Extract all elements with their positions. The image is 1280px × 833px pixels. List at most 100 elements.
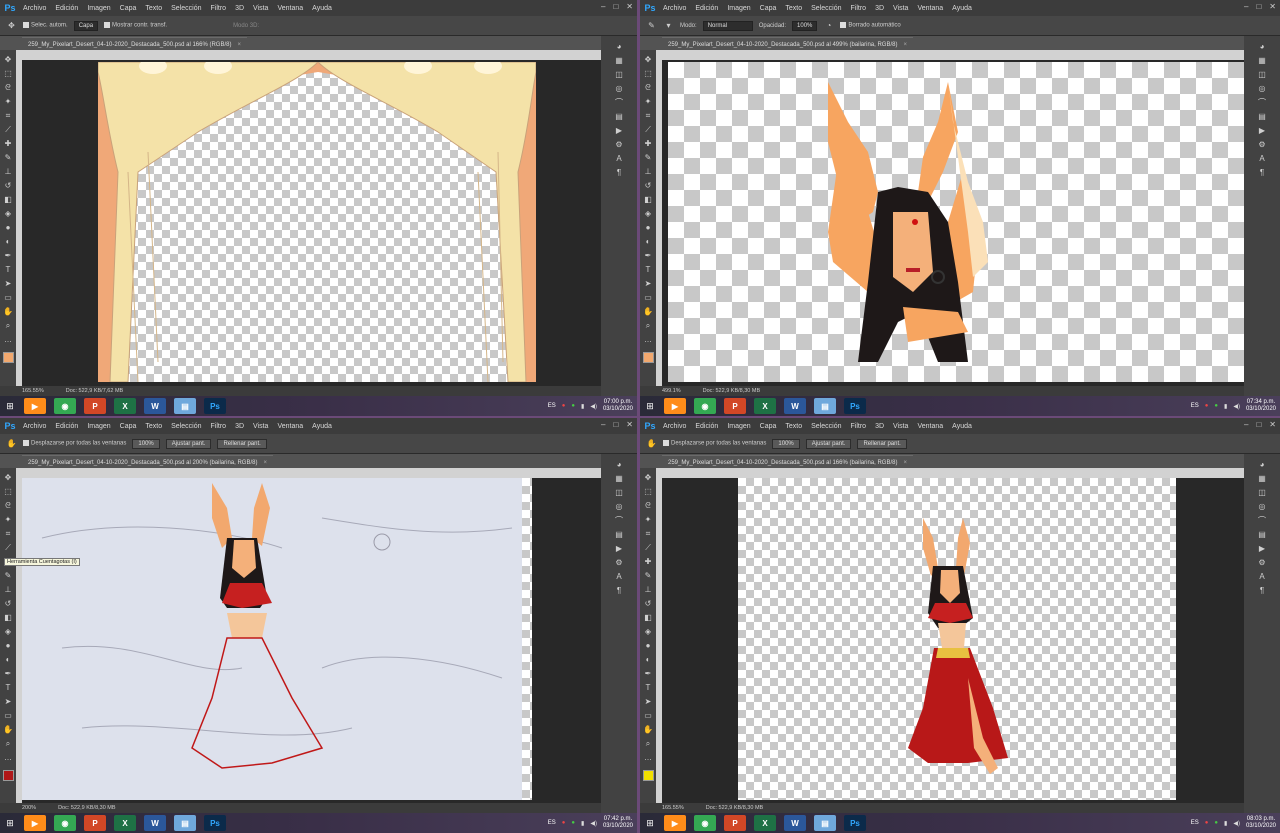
close-icon[interactable]: ✕ <box>626 2 633 11</box>
menu-ventana[interactable]: Ventana <box>917 5 943 12</box>
magic-wand-icon[interactable]: ✦ <box>3 514 14 525</box>
menu-edicion[interactable]: Edición <box>695 5 718 12</box>
paragraph-panel-icon[interactable]: ¶ <box>1257 168 1267 178</box>
marquee-tool-icon[interactable]: ⬚ <box>643 68 654 79</box>
menu-filtro[interactable]: Filtro <box>851 423 867 430</box>
menu-vista[interactable]: Vista <box>893 5 908 12</box>
menu-imagen[interactable]: Imagen <box>727 5 750 12</box>
paragraph-panel-icon[interactable]: ¶ <box>614 168 624 178</box>
language-indicator[interactable]: ES <box>548 820 556 826</box>
pen-tool-icon[interactable]: ✒ <box>643 668 654 679</box>
menu-texto[interactable]: Texto <box>785 5 802 12</box>
brush-tool-icon[interactable]: ✎ <box>643 152 654 163</box>
photoshop-icon[interactable]: Ps <box>844 815 866 831</box>
brush-preset-icon[interactable]: ▾ <box>663 20 674 31</box>
lasso-tool-icon[interactable]: ᘓ <box>643 500 654 511</box>
menu-ventana[interactable]: Ventana <box>277 5 303 12</box>
document-tab[interactable]: 259_My_Pixelart_Desert_04-10-2020_Destac… <box>22 455 273 469</box>
document-canvas[interactable] <box>738 478 1176 800</box>
color-panel-icon[interactable]: ◕ <box>1257 460 1267 470</box>
blur-tool-icon[interactable]: ● <box>3 640 14 651</box>
channels-panel-icon[interactable]: ◎ <box>614 84 624 94</box>
close-icon[interactable]: ✕ <box>626 420 633 429</box>
eraser-tool-icon[interactable]: ◧ <box>3 194 14 205</box>
history-panel-icon[interactable]: ▤ <box>1257 112 1267 122</box>
hand-tool-icon[interactable]: ✋ <box>643 724 654 735</box>
menu-seleccion[interactable]: Selección <box>811 423 841 430</box>
healing-brush-icon[interactable]: ✚ <box>643 138 654 149</box>
history-panel-icon[interactable]: ▤ <box>614 530 624 540</box>
move-tool-icon[interactable]: ✥ <box>3 54 14 65</box>
shape-tool-icon[interactable]: ▭ <box>643 710 654 721</box>
menu-texto[interactable]: Texto <box>785 423 802 430</box>
actions-panel-icon[interactable]: ▶ <box>1257 126 1267 136</box>
word-icon[interactable]: W <box>784 815 806 831</box>
character-panel-icon[interactable]: A <box>614 572 624 582</box>
document-canvas[interactable] <box>668 62 1244 382</box>
hand-tool-icon[interactable]: ✋ <box>3 306 14 317</box>
menu-ayuda[interactable]: Ayuda <box>312 5 332 12</box>
pen-tool-icon[interactable]: ✒ <box>3 668 14 679</box>
properties-panel-icon[interactable]: ⚙ <box>1257 558 1267 568</box>
canvas-area[interactable] <box>662 478 1244 803</box>
path-select-icon[interactable]: ➤ <box>3 696 14 707</box>
minimize-icon[interactable]: – <box>1244 2 1248 11</box>
auto-erase-checkbox[interactable]: Borrado automático <box>840 22 901 29</box>
menu-archivo[interactable]: Archivo <box>663 423 686 430</box>
eraser-tool-icon[interactable]: ◧ <box>643 194 654 205</box>
stamp-tool-icon[interactable]: ⊥ <box>643 584 654 595</box>
notepad-icon[interactable]: ▤ <box>814 815 836 831</box>
menu-ayuda[interactable]: Ayuda <box>312 423 332 430</box>
magic-wand-icon[interactable]: ✦ <box>643 514 654 525</box>
hand-tool-icon[interactable]: ✋ <box>643 306 654 317</box>
maximize-icon[interactable]: □ <box>613 2 618 11</box>
clock[interactable]: 07:42 p.m. 03/10/2020 <box>603 816 633 830</box>
foreground-color-swatch[interactable] <box>2 770 14 781</box>
powerpoint-icon[interactable]: P <box>84 398 106 414</box>
zoom-level[interactable]: 165.55% <box>662 805 684 811</box>
menu-filtro[interactable]: Filtro <box>211 423 227 430</box>
eraser-tool-icon[interactable]: ◧ <box>3 612 14 623</box>
pencil-tool-icon[interactable]: ✎ <box>646 20 657 31</box>
more-tools-icon[interactable]: … <box>3 334 14 345</box>
history-brush-icon[interactable]: ↺ <box>643 598 654 609</box>
layers-panel-icon[interactable]: ◫ <box>614 488 624 498</box>
swatches-panel-icon[interactable]: ▦ <box>614 56 624 66</box>
powerpoint-icon[interactable]: P <box>724 815 746 831</box>
foreground-color-swatch[interactable] <box>642 352 654 363</box>
swatches-panel-icon[interactable]: ▦ <box>1257 56 1267 66</box>
more-tools-icon[interactable]: … <box>3 752 14 763</box>
tray-icons[interactable]: ● <box>562 403 566 409</box>
move-tool-icon[interactable]: ✥ <box>643 472 654 483</box>
close-icon[interactable]: ✕ <box>1269 2 1276 11</box>
menu-archivo[interactable]: Archivo <box>663 5 686 12</box>
properties-panel-icon[interactable]: ⚙ <box>614 558 624 568</box>
lasso-tool-icon[interactable]: ᘓ <box>3 82 14 93</box>
auto-select-checkbox[interactable]: Selec. autom. <box>23 22 68 29</box>
paint-bucket-icon[interactable]: ◈ <box>643 626 654 637</box>
character-panel-icon[interactable]: A <box>1257 154 1267 164</box>
clock[interactable]: 07:34 p.m. 03/10/2020 <box>1246 399 1276 413</box>
channels-panel-icon[interactable]: ◎ <box>1257 502 1267 512</box>
paths-panel-icon[interactable]: ⌒ <box>1257 98 1267 108</box>
brush-tool-icon[interactable]: ✎ <box>643 570 654 581</box>
scroll-all-windows-checkbox[interactable]: Desplazarse por todas las ventanas <box>23 440 126 447</box>
powerpoint-icon[interactable]: P <box>84 815 106 831</box>
menu-seleccion[interactable]: Selección <box>811 5 841 12</box>
maximize-icon[interactable]: □ <box>1256 420 1261 429</box>
zoom-level[interactable]: 499.1% <box>662 388 681 394</box>
eraser-tool-icon[interactable]: ◧ <box>643 612 654 623</box>
layers-panel-icon[interactable]: ◫ <box>614 70 624 80</box>
properties-panel-icon[interactable]: ⚙ <box>614 140 624 150</box>
type-tool-icon[interactable]: T <box>643 264 654 275</box>
media-player-icon[interactable]: ▶ <box>664 398 686 414</box>
stamp-tool-icon[interactable]: ⊥ <box>643 166 654 177</box>
clock[interactable]: 08:03 p.m. 03/10/2020 <box>1246 816 1276 830</box>
chrome-icon[interactable]: ◉ <box>694 398 716 414</box>
menu-3d[interactable]: 3D <box>875 5 884 12</box>
canvas-area[interactable] <box>22 478 601 803</box>
color-panel-icon[interactable]: ◕ <box>614 42 624 52</box>
menu-capa[interactable]: Capa <box>120 423 137 430</box>
crop-tool-icon[interactable]: ⌗ <box>3 110 14 121</box>
maximize-icon[interactable]: □ <box>613 420 618 429</box>
